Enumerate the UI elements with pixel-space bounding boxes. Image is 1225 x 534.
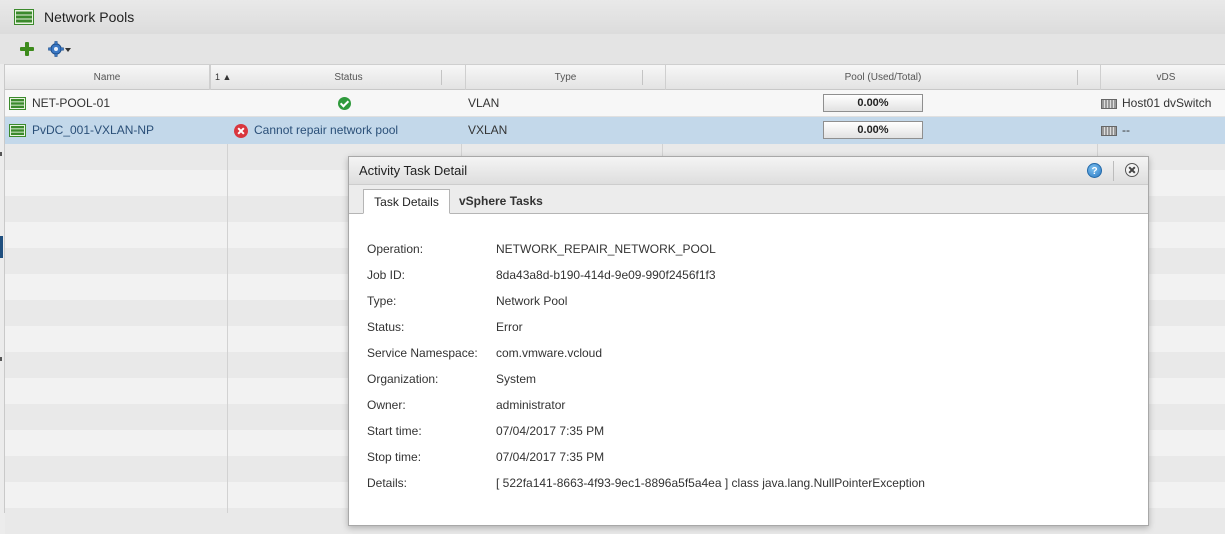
- status-cell: [227, 90, 461, 117]
- ok-icon: [337, 97, 351, 110]
- column-header-pool[interactable]: Pool (Used/Total): [666, 65, 1101, 90]
- detail-label: Job ID:: [367, 268, 406, 282]
- detail-value: 8da43a8d-b190-414d-9e09-990f2456f1f3: [496, 268, 716, 282]
- network-pool-icon: [9, 124, 26, 137]
- detail-value: com.vmware.vcloud: [496, 346, 603, 360]
- grid-header: Name 1 ▲ Status Type Pool (Used/Total) v…: [5, 64, 1225, 90]
- detail-label: Stop time:: [367, 450, 422, 464]
- sort-indicator[interactable]: 1 ▲: [210, 65, 232, 90]
- column-header-vds[interactable]: vDS: [1101, 65, 1225, 90]
- detail-value: 07/04/2017 7:35 PM: [496, 424, 605, 438]
- detail-label: Operation:: [367, 242, 424, 256]
- vds-cell: Host01 dvSwitch: [1101, 90, 1225, 117]
- side-tick: [0, 357, 2, 361]
- vds-name: Host01 dvSwitch: [1122, 96, 1212, 110]
- help-icon[interactable]: ?: [1087, 163, 1102, 178]
- vds-name: --: [1122, 123, 1130, 137]
- detail-label: Owner:: [367, 398, 406, 412]
- column-resize-handle[interactable]: [1077, 70, 1078, 85]
- column-resize-handle[interactable]: [642, 70, 643, 85]
- side-tick: [0, 152, 2, 156]
- dialog-title-bar[interactable]: Activity Task Detail ?: [349, 157, 1148, 185]
- pool-name: NET-POOL-01: [32, 96, 111, 110]
- pool-usage-bar: 0.00%: [823, 94, 923, 112]
- column-resize-handle[interactable]: [441, 70, 442, 85]
- status-cell: Cannot repair network pool: [227, 117, 461, 144]
- detail-value: Network Pool: [496, 294, 568, 308]
- vds-cell: --: [1101, 117, 1225, 144]
- close-icon[interactable]: [1125, 163, 1139, 177]
- detail-label: Details:: [367, 476, 408, 490]
- detail-label: Status:: [367, 320, 405, 334]
- pool-usage-bar: 0.00%: [823, 121, 923, 139]
- switch-icon: [1101, 98, 1117, 109]
- toolbar: [0, 34, 1225, 64]
- type-cell: VXLAN: [468, 123, 508, 137]
- table-row[interactable]: NET-POOL-01 VLAN 0.00% Host01 dvSwitch: [5, 90, 1225, 117]
- tab-vsphere-tasks[interactable]: vSphere Tasks: [459, 189, 543, 214]
- pool-name: PvDC_001-VXLAN-NP: [32, 123, 155, 137]
- detail-value: [ 522fa141-8663-4f93-9ec1-8896a5f5a4ea ]…: [496, 476, 925, 490]
- column-header-type[interactable]: Type: [466, 65, 666, 90]
- network-pool-icon: [9, 97, 26, 110]
- status-text: Cannot repair network pool: [254, 123, 399, 137]
- dialog-tabs: Task Details vSphere Tasks: [349, 185, 1148, 214]
- add-button[interactable]: [20, 39, 34, 59]
- detail-value: NETWORK_REPAIR_NETWORK_POOL: [496, 242, 716, 256]
- activity-task-detail-dialog: Activity Task Detail ? Task Details vSph…: [348, 156, 1149, 526]
- detail-label: Start time:: [367, 424, 422, 438]
- network-pool-icon: [14, 9, 34, 25]
- column-divider: [227, 90, 228, 513]
- chevron-down-icon: [65, 48, 71, 52]
- detail-label: Organization:: [367, 372, 439, 386]
- type-cell: VLAN: [468, 96, 500, 110]
- detail-value: Error: [496, 320, 523, 334]
- error-icon: [234, 123, 248, 138]
- title-divider: [1113, 161, 1114, 181]
- actions-menu-button[interactable]: [48, 39, 71, 59]
- dialog-title: Activity Task Detail: [359, 163, 468, 178]
- column-header-name[interactable]: Name: [5, 65, 210, 90]
- detail-label: Service Namespace:: [367, 346, 478, 360]
- table-row-selected[interactable]: PvDC_001-VXLAN-NP Cannot repair network …: [5, 117, 1225, 144]
- side-panel-handle[interactable]: [0, 236, 3, 258]
- column-header-status[interactable]: Status: [232, 65, 466, 90]
- detail-value: 07/04/2017 7:35 PM: [496, 450, 605, 464]
- name-cell: PvDC_001-VXLAN-NP: [9, 117, 227, 144]
- plus-icon: [20, 42, 34, 56]
- detail-value: System: [496, 372, 537, 386]
- gear-icon: [48, 41, 64, 57]
- page-header: Network Pools: [0, 0, 1225, 34]
- page-title: Network Pools: [44, 9, 135, 25]
- name-cell: NET-POOL-01: [9, 90, 227, 117]
- switch-icon: [1101, 125, 1117, 136]
- detail-value: administrator: [496, 398, 566, 412]
- tab-task-details[interactable]: Task Details: [363, 189, 450, 214]
- detail-label: Type:: [367, 294, 397, 308]
